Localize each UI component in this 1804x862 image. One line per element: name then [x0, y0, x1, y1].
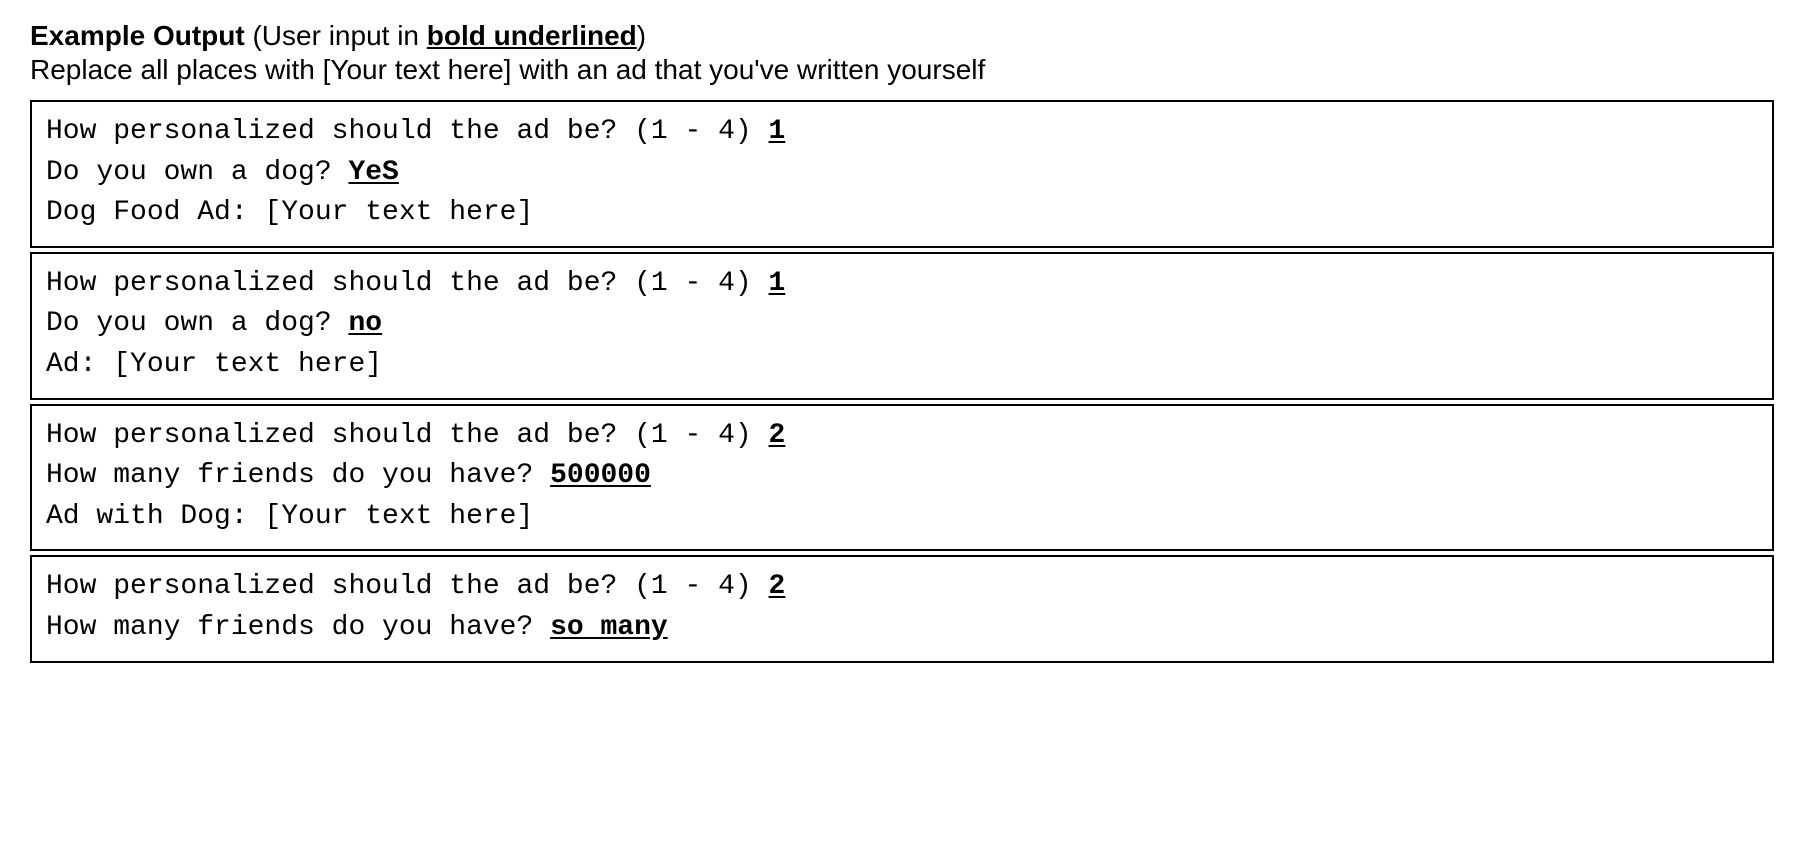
- heading-rest-after: ): [637, 20, 646, 51]
- heading: Example Output (User input in bold under…: [30, 20, 1774, 52]
- instruction-text: Replace all places with [Your text here]…: [30, 54, 1774, 86]
- prompt-text: How personalized should the ad be? (1 - …: [46, 420, 769, 451]
- user-input: 1: [769, 268, 786, 299]
- example-line: How personalized should the ad be? (1 - …: [46, 567, 1758, 608]
- example-box-2: How personalized should the ad be? (1 - …: [30, 252, 1774, 400]
- prompt-text: Do you own a dog?: [46, 308, 348, 339]
- user-input: 2: [769, 420, 786, 451]
- example-box-3: How personalized should the ad be? (1 - …: [30, 404, 1774, 552]
- example-line: Ad with Dog: [Your text here]: [46, 497, 1758, 538]
- prompt-text: Do you own a dog?: [46, 157, 348, 188]
- user-input: 1: [769, 116, 786, 147]
- prompt-text: How many friends do you have?: [46, 612, 550, 643]
- example-line: How personalized should the ad be? (1 - …: [46, 112, 1758, 153]
- example-line: How personalized should the ad be? (1 - …: [46, 264, 1758, 305]
- example-line: Dog Food Ad: [Your text here]: [46, 193, 1758, 234]
- user-input: 500000: [550, 460, 651, 491]
- example-box-1: How personalized should the ad be? (1 - …: [30, 100, 1774, 248]
- user-input: no: [348, 308, 382, 339]
- example-line: How many friends do you have? so many: [46, 608, 1758, 649]
- user-input: YeS: [348, 157, 398, 188]
- prompt-text: Ad with Dog: [Your text here]: [46, 501, 533, 532]
- heading-styled-phrase: bold underlined: [427, 20, 637, 51]
- examples-container: How personalized should the ad be? (1 - …: [30, 100, 1774, 663]
- heading-rest-before: (User input in: [245, 20, 427, 51]
- prompt-text: How many friends do you have?: [46, 460, 550, 491]
- example-line: How personalized should the ad be? (1 - …: [46, 416, 1758, 457]
- prompt-text: How personalized should the ad be? (1 - …: [46, 268, 769, 299]
- prompt-text: Dog Food Ad: [Your text here]: [46, 197, 533, 228]
- prompt-text: How personalized should the ad be? (1 - …: [46, 116, 769, 147]
- example-line: How many friends do you have? 500000: [46, 456, 1758, 497]
- example-line: Do you own a dog? no: [46, 304, 1758, 345]
- example-box-4: How personalized should the ad be? (1 - …: [30, 555, 1774, 662]
- example-line: Ad: [Your text here]: [46, 345, 1758, 386]
- prompt-text: Ad: [Your text here]: [46, 349, 382, 380]
- heading-bold: Example Output: [30, 20, 245, 51]
- user-input: 2: [769, 571, 786, 602]
- example-line: Do you own a dog? YeS: [46, 153, 1758, 194]
- prompt-text: How personalized should the ad be? (1 - …: [46, 571, 769, 602]
- user-input: so many: [550, 612, 668, 643]
